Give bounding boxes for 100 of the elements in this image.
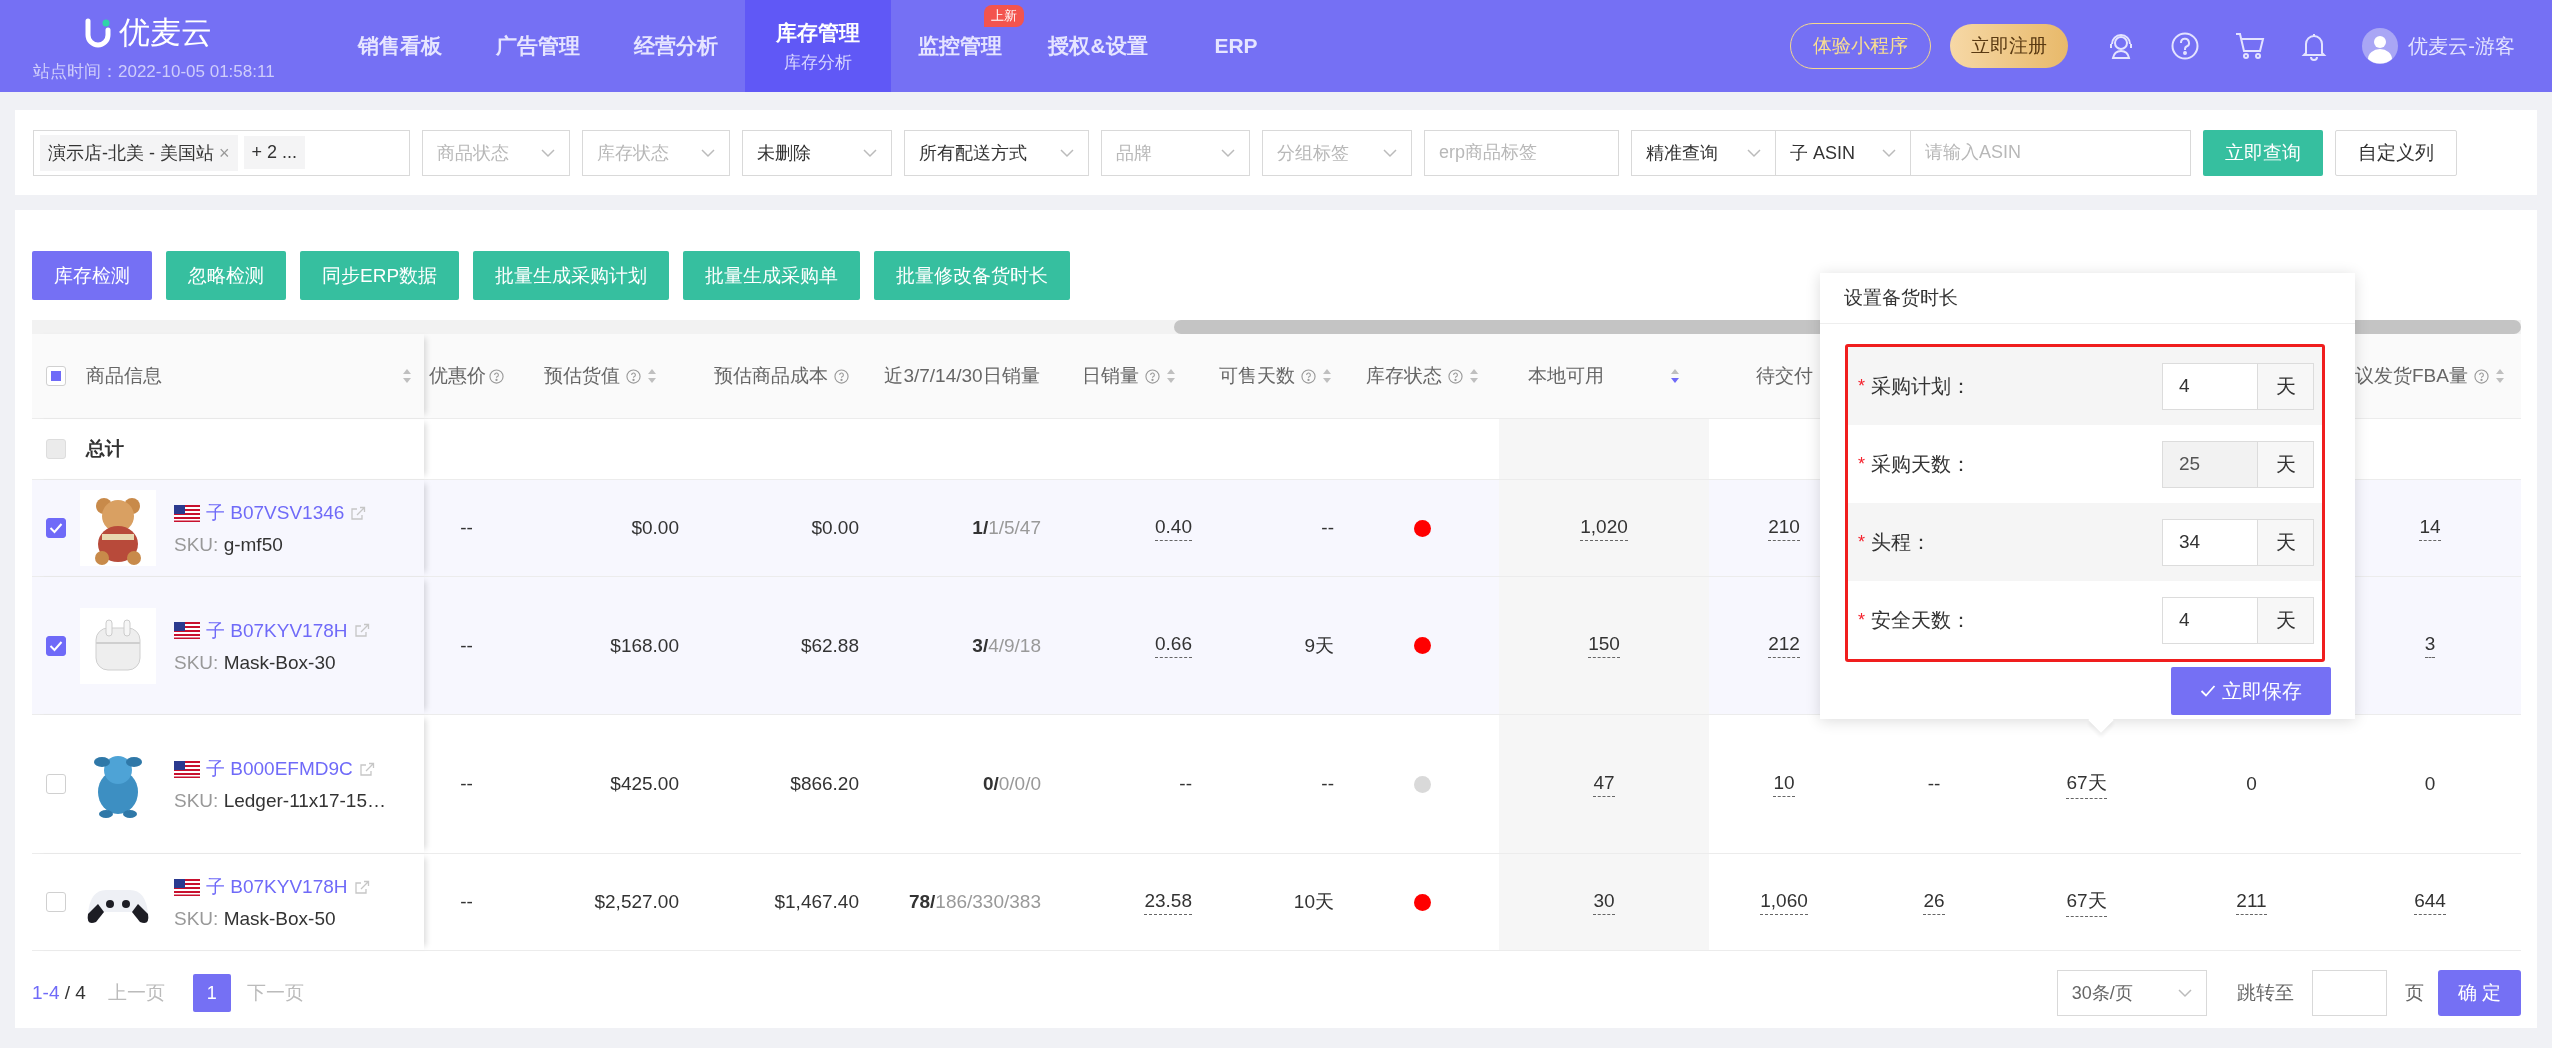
sort-icon[interactable] <box>646 367 657 385</box>
column-header: 议发货FBA量 <box>2355 364 2468 388</box>
sku-label: SKU: <box>174 908 219 929</box>
nav-tab[interactable]: 经营分析 <box>634 32 718 60</box>
sort-icon[interactable] <box>2494 367 2505 385</box>
avatar-icon[interactable] <box>2362 28 2399 64</box>
table-cell[interactable]: 3 <box>2424 633 2436 658</box>
caret-icon[interactable] <box>1060 147 1074 158</box>
user-name[interactable]: 优麦云-游客 <box>2408 32 2515 60</box>
nav-tab[interactable]: 监控管理 <box>918 32 1002 60</box>
asin-search-field[interactable]: 请输入ASIN <box>1911 129 2191 176</box>
bell-icon[interactable] <box>2300 31 2329 61</box>
table-cell[interactable]: 211 <box>2236 889 2267 915</box>
asin-link[interactable]: 子 B000EFMD9C <box>206 756 353 782</box>
table-cell[interactable]: 67天 <box>2066 887 2107 917</box>
confirm-button[interactable]: 确 定 <box>2437 970 2521 1016</box>
check-icon <box>49 522 63 534</box>
external-link-icon[interactable] <box>358 761 375 777</box>
sort-icon[interactable] <box>402 367 412 385</box>
column-header: 库存状态 <box>1366 364 1442 388</box>
page-number-field[interactable] <box>2311 970 2387 1016</box>
field-label: 采购计划： <box>1871 373 1971 399</box>
caret-icon[interactable] <box>1882 147 1896 158</box>
store-chip[interactable]: + 2 ... <box>243 136 306 169</box>
help-icon[interactable] <box>2473 368 2489 384</box>
nav-tab[interactable]: ERP <box>1214 34 1258 58</box>
table-cell[interactable]: 1,020 <box>1580 515 1628 541</box>
store-chip[interactable]: 演示店-北美 - 美国站 × <box>40 134 238 171</box>
day-input-field[interactable]: 4 天 <box>2162 362 2314 410</box>
page-range: 1-4 <box>32 982 60 1003</box>
filter-select[interactable]: 所有配送方式 <box>904 129 1089 176</box>
table-cell[interactable]: 644 <box>2414 889 2446 915</box>
table-cell[interactable]: 30 <box>1593 889 1615 915</box>
nav-sub-label[interactable]: 库存分析 <box>784 50 852 74</box>
external-link-icon[interactable] <box>353 879 370 895</box>
select-all-checkbox[interactable] <box>46 366 66 386</box>
table-cell[interactable]: 23.58 <box>1144 889 1192 915</box>
page-size-select[interactable]: 30条/页 <box>2056 970 2207 1016</box>
caret-icon[interactable] <box>1747 147 1761 158</box>
custom-columns-button[interactable]: 自定义列 <box>2335 129 2457 176</box>
sort-icon[interactable] <box>1469 367 1479 385</box>
nav-tab[interactable]: 广告管理 <box>496 32 580 60</box>
filter-select[interactable]: 未删除 <box>742 129 892 176</box>
cart-icon[interactable] <box>2234 31 2267 61</box>
table-cell[interactable]: 10 <box>1773 771 1795 797</box>
nav-tab-label[interactable]: 库存管理 <box>776 18 860 47</box>
query-mode-select[interactable]: 精准查询 <box>1631 129 1776 176</box>
table-cell: -- <box>1321 773 1334 795</box>
asin-type-select[interactable]: 子 ASIN <box>1776 129 1911 176</box>
sort-icon[interactable] <box>1670 367 1680 385</box>
tag-input[interactable]: erp商品标签 <box>1424 129 1619 176</box>
sku-value: Mask-Box-50 <box>223 908 336 929</box>
day-input-field[interactable]: 4 天 <box>2162 596 2314 644</box>
caret-icon[interactable] <box>541 147 555 158</box>
nav-tab[interactable]: 库存管理 库存分析 <box>745 0 891 92</box>
help-icon[interactable] <box>1144 368 1160 384</box>
asin-link[interactable]: 子 B07KYV178H <box>206 874 348 900</box>
asin-link[interactable]: 子 B07KYV178H <box>206 617 348 644</box>
sort-icon[interactable] <box>1165 367 1176 385</box>
table-cell[interactable]: 47 <box>1593 771 1615 797</box>
caret-icon[interactable] <box>2177 988 2192 998</box>
caret-icon[interactable] <box>1383 147 1397 158</box>
register-button[interactable]: 立即注册 <box>1950 24 2069 68</box>
help-icon[interactable] <box>489 368 504 384</box>
help-icon[interactable] <box>1448 368 1463 384</box>
external-link-icon[interactable] <box>353 623 370 638</box>
table-cell[interactable]: 67天 <box>2066 769 2107 799</box>
external-link-icon[interactable] <box>350 505 367 521</box>
table-cell[interactable]: 0.66 <box>1155 633 1192 658</box>
help-icon[interactable] <box>2170 31 2201 61</box>
station-time: 站点时间：2022-10-05 01:58:11 <box>33 61 275 83</box>
table-cell[interactable]: 14 <box>2419 515 2441 541</box>
action-button[interactable]: 库存检测 <box>32 251 152 300</box>
page-number-button[interactable]: 1 <box>192 974 231 1012</box>
day-input-field[interactable]: 34 天 <box>2162 518 2314 566</box>
nav-tab[interactable]: 销售看板 <box>358 32 442 60</box>
caret-icon[interactable] <box>863 147 877 158</box>
table-cell[interactable]: 212 <box>1768 633 1800 658</box>
caret-icon[interactable] <box>1221 147 1235 158</box>
sku-value: g-mf50 <box>223 534 283 555</box>
help-icon[interactable] <box>625 368 641 384</box>
store-select[interactable]: 演示店-北美 - 美国站 × + 2 ... <box>33 129 410 176</box>
help-icon[interactable] <box>1300 368 1316 384</box>
field-label: 头程： <box>1871 529 1931 555</box>
table-cell[interactable]: 150 <box>1588 633 1620 658</box>
table-cell: $425.00 <box>610 773 679 795</box>
table-cell[interactable]: 210 <box>1768 515 1800 541</box>
table-cell[interactable]: 26 <box>1923 889 1945 915</box>
sort-icon[interactable] <box>1321 367 1332 385</box>
caret-icon[interactable] <box>701 147 715 158</box>
table-cell[interactable]: 0.40 <box>1155 515 1192 541</box>
row-checkbox[interactable] <box>46 518 66 538</box>
nav-tab[interactable]: 授权&设置 <box>1048 32 1148 60</box>
table-cell: 0 <box>2424 773 2436 795</box>
row-checkbox[interactable] <box>46 635 66 656</box>
table-cell[interactable]: 1,060 <box>1760 889 1808 915</box>
save-button[interactable]: 立即保存 <box>2171 667 2331 715</box>
asin-link[interactable]: 子 B07VSV1346 <box>206 500 345 526</box>
help-icon[interactable] <box>833 368 849 384</box>
column-header: 近3/7/14/30日销量 <box>884 364 1040 388</box>
